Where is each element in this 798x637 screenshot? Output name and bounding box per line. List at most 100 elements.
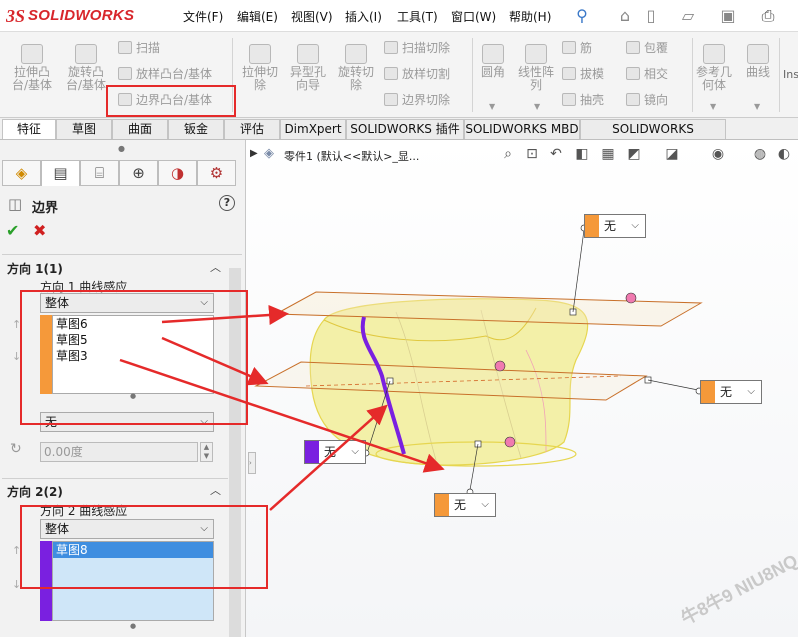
reference-geometry-icon — [703, 44, 725, 64]
extrude-boss-button[interactable]: 拉伸凸台/基体 — [8, 44, 56, 92]
tab-dimxpert[interactable]: DimXpert — [280, 119, 346, 139]
revolve-boss-label: 旋转凸台/基体 — [65, 65, 107, 92]
tab-evaluate[interactable]: 评估 — [224, 119, 280, 139]
fillet-label: 圆角 — [480, 65, 505, 79]
direction2-collapse-icon[interactable]: ︿ — [210, 482, 221, 498]
direction1-collapse-icon[interactable]: ︿ — [210, 259, 221, 275]
menu-view[interactable]: 视图(V) — [291, 8, 333, 25]
menu-edit[interactable]: 编辑(E) — [237, 8, 278, 25]
fillet-dropdown-icon[interactable]: ▼ — [489, 102, 495, 111]
fillet-icon — [482, 44, 504, 64]
curves-button[interactable]: 曲线 — [740, 44, 776, 79]
callout-value: 无 — [720, 385, 733, 399]
instant3d-button[interactable]: Ins — [783, 68, 798, 81]
menu-help[interactable]: 帮助(H) — [509, 8, 551, 25]
panel-collapse-handle[interactable]: ● — [118, 144, 125, 153]
home-icon[interactable]: ⌂ — [615, 6, 635, 26]
print-icon[interactable]: ⎙ — [758, 6, 778, 26]
pattern-dropdown-icon[interactable]: ▼ — [534, 102, 540, 111]
sweep-icon — [118, 41, 132, 54]
linear-pattern-button[interactable]: 线性阵列 — [514, 44, 558, 92]
draft-label: 拔模 — [580, 67, 605, 81]
boundary-feature-icon: ◫ — [8, 195, 23, 213]
swept-cut-icon — [384, 41, 398, 54]
annotation-highlight-direction1 — [20, 290, 248, 425]
boundary-cut-button[interactable]: 边界切除 — [384, 92, 450, 108]
extrude-cut-button[interactable]: 拉伸切除 — [238, 44, 282, 92]
tab-sketch[interactable]: 草图 — [56, 119, 112, 139]
tab-sheet-metal[interactable]: 钣金 — [168, 119, 224, 139]
hole-wizard-button[interactable]: 异型孔向导 — [286, 44, 330, 92]
wrap-button[interactable]: 包覆 — [626, 40, 668, 56]
menu-window[interactable]: 窗口(W) — [451, 8, 496, 25]
annotation-highlight-direction2 — [20, 505, 268, 589]
intersect-button[interactable]: 相交 — [626, 66, 668, 82]
list-resize-handle[interactable]: ● — [130, 622, 136, 630]
linear-pattern-label: 线性阵列 — [517, 65, 554, 92]
display-manager-tab-icon[interactable]: ◑ — [158, 160, 197, 186]
intersect-icon — [626, 67, 640, 80]
sweep-button[interactable]: 扫描 — [118, 40, 160, 56]
tangency-callout-left[interactable]: 无 ⌵ — [304, 440, 366, 464]
manager-tabs: ◈ ▤ ⌸ ⊕ ◑ ⚙ — [0, 160, 246, 186]
loft-boss-button[interactable]: 放样凸台/基体 — [118, 66, 212, 82]
swept-cut-button[interactable]: 扫描切除 — [384, 40, 450, 56]
divider — [2, 478, 228, 479]
rib-button[interactable]: 筋 — [562, 40, 592, 56]
dimxpert-manager-tab-icon[interactable]: ⊕ — [119, 160, 158, 186]
menu-file[interactable]: 文件(F) — [183, 8, 223, 25]
revolve-cut-label: 旋转切除 — [337, 65, 374, 92]
tangency-callout-right[interactable]: 无 ⌵ — [700, 380, 762, 404]
tab-addins[interactable]: SOLIDWORKS 插件 — [346, 119, 464, 139]
revolve-boss-button[interactable]: 旋转凸台/基体 — [62, 44, 110, 92]
tab-surfaces[interactable]: 曲面 — [112, 119, 168, 139]
tab-inspection[interactable]: SOLIDWORKS Inspection — [580, 119, 726, 155]
boundary-cut-icon — [384, 93, 398, 106]
tangency-callout-top[interactable]: 无 ⌵ — [584, 214, 646, 238]
callout-swatch — [305, 441, 319, 463]
new-document-icon[interactable]: ▯ — [641, 6, 661, 26]
reference-dropdown-icon[interactable]: ▼ — [710, 102, 716, 111]
tangency-callout-bottom[interactable]: 无 ⌵ — [434, 493, 496, 517]
draft-button[interactable]: 拔模 — [562, 66, 604, 82]
cancel-x-icon[interactable]: ✖ — [33, 221, 46, 240]
menu-tools[interactable]: 工具(T) — [397, 8, 438, 25]
menu-insert[interactable]: 插入(I) — [345, 8, 382, 25]
tab-features[interactable]: 特征 — [2, 119, 56, 139]
boundary-cut-label: 边界切除 — [402, 93, 451, 107]
revolve-boss-icon — [75, 44, 97, 64]
tab-mbd[interactable]: SOLIDWORKS MBD — [464, 119, 580, 139]
lofted-cut-button[interactable]: 放样切割 — [384, 66, 450, 82]
revolve-cut-button[interactable]: 旋转切除 — [334, 44, 378, 92]
pin-icon[interactable]: ⚲ — [572, 6, 592, 26]
graphics-area[interactable]: › ▶ ◈ 零件1 (默认<<默认>_显... ⌕ ⊡ ↶ ◧ ▦ ◩ ◪ ◉ … — [246, 140, 798, 637]
cam-manager-tab-icon[interactable]: ⚙ — [197, 160, 236, 186]
shell-button[interactable]: 抽壳 — [562, 92, 604, 108]
angle-spin-button[interactable]: ▲ ▼ — [200, 442, 213, 462]
callout-swatch — [585, 215, 599, 237]
draft-angle-input[interactable]: 0.00度 — [40, 442, 198, 462]
help-icon[interactable]: ? — [219, 195, 235, 211]
direction1-header[interactable]: 方向 1(1) — [7, 260, 63, 277]
curves-dropdown-icon[interactable]: ▼ — [754, 102, 760, 111]
svg-text:3S: 3S — [6, 6, 25, 26]
property-manager-tab-icon[interactable]: ▤ — [41, 160, 80, 186]
fillet-button[interactable]: 圆角 — [476, 44, 510, 79]
reference-geometry-button[interactable]: 参考几何体 — [694, 44, 734, 92]
lofted-cut-label: 放样切割 — [402, 67, 451, 81]
draft-angle-icon: ↻ — [10, 441, 22, 457]
open-folder-icon[interactable]: ▱ — [678, 6, 698, 26]
ok-check-icon[interactable]: ✔ — [6, 221, 19, 240]
callout-value: 无 — [604, 219, 617, 233]
feature-manager-tab-icon[interactable]: ◈ — [2, 160, 41, 186]
callout-swatch — [435, 494, 449, 516]
extrude-cut-icon — [249, 44, 271, 64]
save-icon[interactable]: ▣ — [718, 6, 738, 26]
mirror-button[interactable]: 镜向 — [626, 92, 668, 108]
hole-wizard-icon — [297, 44, 319, 64]
direction2-header[interactable]: 方向 2(2) — [7, 483, 63, 500]
configuration-manager-tab-icon[interactable]: ⌸ — [80, 160, 119, 186]
wrap-icon — [626, 41, 640, 54]
callout-value: 无 — [324, 445, 337, 459]
sweep-label: 扫描 — [136, 41, 161, 55]
